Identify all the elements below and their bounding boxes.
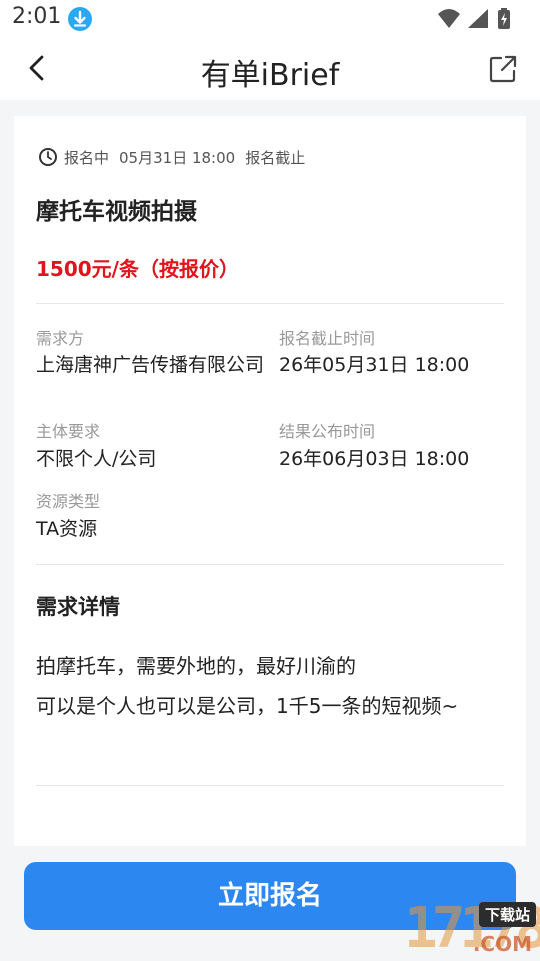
site-watermark: 17178 下载站 .COM	[314, 898, 540, 960]
status-time: 2:01	[12, 4, 62, 29]
resource-label: 资源类型	[36, 492, 101, 511]
detail-line: 可以是个人也可以是公司，1千5一条的短视频~	[36, 694, 459, 718]
watermark-domain: .COM	[472, 932, 532, 956]
share-button[interactable]	[486, 52, 520, 86]
download-icon	[68, 7, 92, 31]
task-card: 报名中 05月31日 18:00 报名截止 摩托车视频拍摄 1500元/条（按报…	[14, 116, 526, 846]
result-value: 26年06月03日 18:00	[279, 448, 470, 470]
signal-icon	[468, 9, 488, 28]
demander-value: 上海唐神广告传播有限公司	[36, 354, 265, 376]
share-icon	[489, 55, 517, 83]
resource-value: TA资源	[36, 518, 98, 540]
signup-deadline-label: 报名截止时间	[279, 329, 376, 348]
detail-section-title: 需求详情	[36, 595, 120, 619]
divider	[36, 303, 504, 304]
watermark-tag: 下载站	[478, 902, 536, 927]
subject-label: 主体要求	[36, 422, 101, 441]
status-icons	[436, 7, 526, 31]
task-title: 摩托车视频拍摄	[36, 199, 197, 225]
app-bar: 有单iBrief	[0, 38, 540, 100]
deadline-date: 05月31日 18:00	[119, 148, 236, 167]
subject-value: 不限个人/公司	[36, 448, 157, 470]
status-bar: 2:01	[0, 0, 540, 38]
page-title: 有单iBrief	[200, 58, 340, 93]
clock-icon	[39, 148, 57, 166]
task-price: 1500元/条（按报价）	[36, 257, 239, 281]
wifi-icon	[438, 9, 460, 28]
status-label: 报名中	[64, 148, 110, 167]
result-label: 结果公布时间	[279, 422, 376, 441]
divider	[36, 785, 504, 786]
deadline-row: 报名中 05月31日 18:00 报名截止	[38, 146, 305, 168]
signup-deadline-value: 26年05月31日 18:00	[279, 354, 470, 376]
detail-text: 拍摩托车，需要外地的，最好川渝的 可以是个人也可以是公司，1千5一条的短视频~	[36, 646, 506, 726]
detail-line: 拍摩托车，需要外地的，最好川渝的	[36, 654, 356, 678]
battery-charging-icon	[498, 8, 510, 29]
deadline-suffix: 报名截止	[245, 148, 306, 167]
demander-label: 需求方	[36, 329, 85, 348]
divider	[36, 564, 504, 565]
